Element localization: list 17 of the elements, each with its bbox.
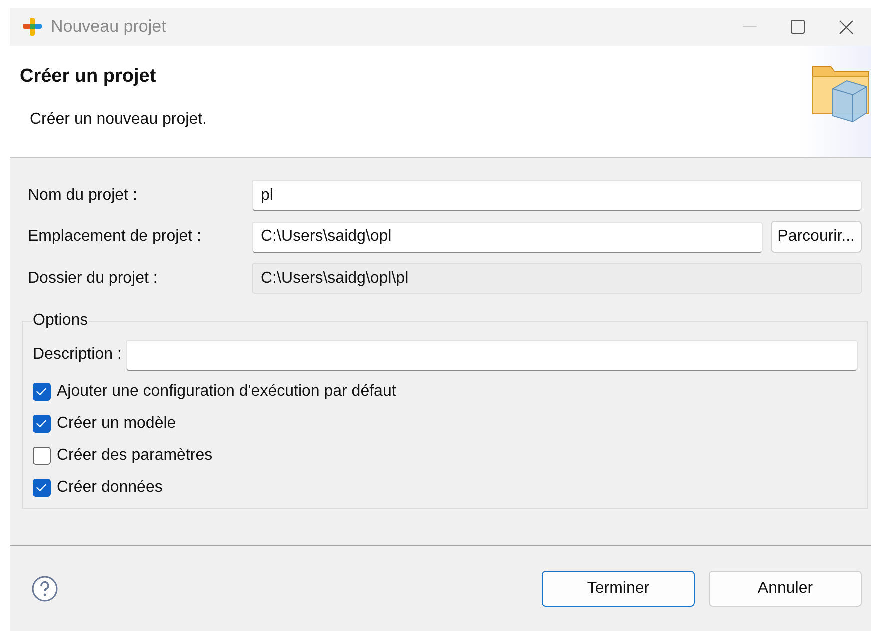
field-label: Description : [33,346,122,364]
checkbox-label[interactable]: Créer un modèle [57,415,176,433]
browse-button[interactable]: Parcourir... [770,221,862,253]
input-field[interactable]: C:\Users\saidg\opl [252,222,763,252]
page-subtitle: Créer un nouveau projet. [30,111,208,129]
checkbox-label[interactable]: Ajouter une configuration d'exécution par défaut [57,383,396,401]
window-title: Nouveau projet [51,17,168,37]
dialog-button[interactable]: Annuler [709,570,862,606]
field-label: Dossier du projet : [28,270,159,288]
field-label: Nom du projet : [28,186,138,204]
checkbox-label[interactable]: Créer des paramètres [57,447,213,465]
dialog-button[interactable]: Terminer [542,570,695,606]
input-field[interactable]: pl [252,180,862,211]
group-title: Options [32,312,90,330]
checkbox-label[interactable]: Créer données [57,479,163,497]
page-title: Créer un projet [20,66,158,88]
field-label: Emplacement de projet : [28,228,202,246]
